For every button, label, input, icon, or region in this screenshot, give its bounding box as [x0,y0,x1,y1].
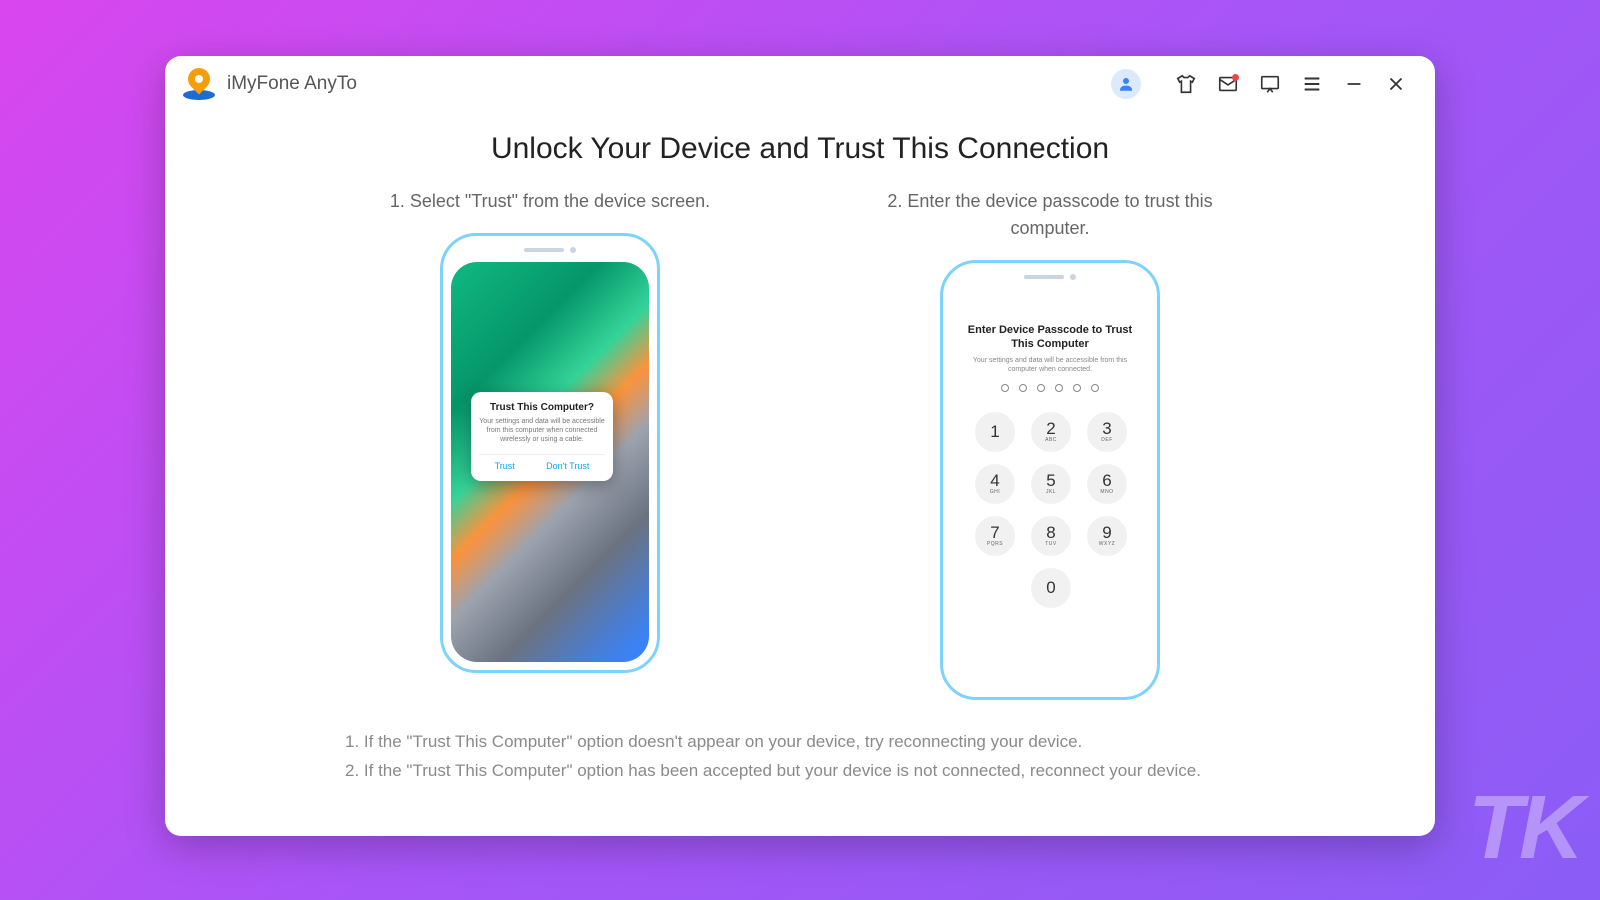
key-3: 3DEF [1087,412,1127,452]
step-two-label: 2. Enter the device passcode to trust th… [880,188,1220,242]
key-8: 8TUV [1031,516,1071,556]
key-0: 0 [1031,568,1071,608]
step-one-label: 1. Select "Trust" from the device screen… [380,188,720,215]
watermark: TK [1468,777,1580,880]
titlebar: iMyFone AnyTo [165,56,1435,112]
dont-trust-button: Don't Trust [546,461,589,471]
trust-alert: Trust This Computer? Your settings and d… [471,392,613,481]
steps-row: 1. Select "Trust" from the device screen… [225,188,1375,700]
page-heading: Unlock Your Device and Trust This Connec… [225,132,1375,166]
app-title: iMyFone AnyTo [227,73,357,95]
note-1: 1. If the "Trust This Computer" option d… [345,728,1255,757]
close-button[interactable] [1379,67,1413,101]
key-6: 6MNO [1087,464,1127,504]
minimize-button[interactable] [1337,67,1371,101]
alert-body: Your settings and data will be accessibl… [479,417,605,444]
footer-notes: 1. If the "Trust This Computer" option d… [225,728,1375,786]
phone-trust-illustration: Trust This Computer? Your settings and d… [440,233,660,673]
passcode-title: Enter Device Passcode to Trust This Comp… [965,323,1135,352]
menu-icon[interactable] [1295,67,1329,101]
step-one: 1. Select "Trust" from the device screen… [380,188,720,700]
key-9: 9WXYZ [1087,516,1127,556]
feedback-icon[interactable] [1253,67,1287,101]
step-two: 2. Enter the device passcode to trust th… [880,188,1220,700]
main-content: Unlock Your Device and Trust This Connec… [165,112,1435,806]
app-logo-icon [183,68,215,100]
key-7: 7PQRS [975,516,1015,556]
key-1: 1 [975,412,1015,452]
key-5: 5JKL [1031,464,1071,504]
passcode-subtitle: Your settings and data will be accessibl… [965,356,1135,374]
mail-icon[interactable] [1211,67,1245,101]
keypad: 1 2ABC 3DEF 4GHI 5JKL 6MNO 7PQRS 8TUV 9W… [965,412,1135,608]
app-window: iMyFone AnyTo Unlock Your Device and Tru… [165,56,1435,836]
account-avatar-icon[interactable] [1111,69,1141,99]
key-4: 4GHI [975,464,1015,504]
key-2: 2ABC [1031,412,1071,452]
shirt-icon[interactable] [1169,67,1203,101]
alert-title: Trust This Computer? [479,402,605,413]
trust-button: Trust [495,461,515,471]
phone-passcode-illustration: Enter Device Passcode to Trust This Comp… [940,260,1160,700]
passcode-dots [965,384,1135,392]
note-2: 2. If the "Trust This Computer" option h… [345,757,1255,786]
